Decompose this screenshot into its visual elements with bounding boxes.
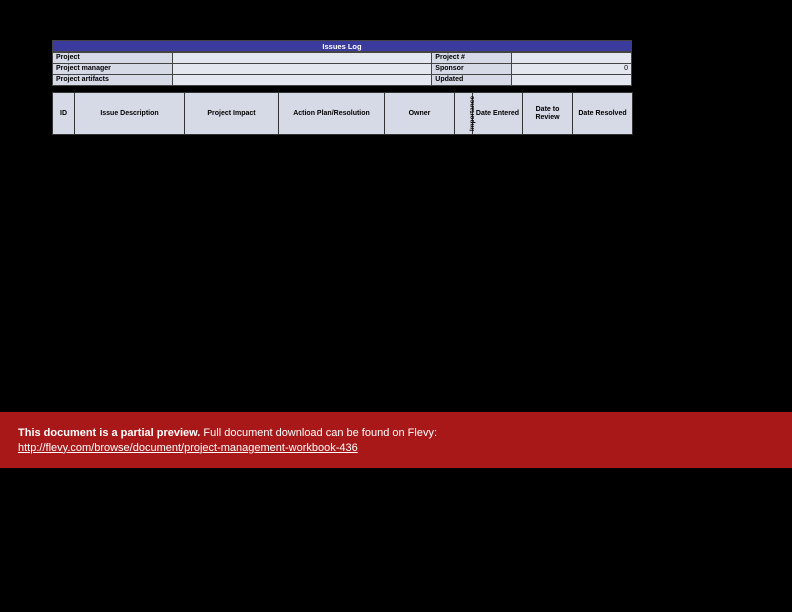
meta-row: Project Project #	[53, 53, 632, 64]
col-importance: Importance	[455, 93, 473, 135]
col-date-entered: Date Entered	[473, 93, 523, 135]
meta-value	[172, 53, 431, 64]
col-action: Action Plan/Resolution	[279, 93, 385, 135]
col-impact: Project Impact	[185, 93, 279, 135]
meta-row: Project manager Sponsor 0	[53, 64, 632, 75]
meta-label: Project manager	[53, 64, 173, 75]
meta-label: Project #	[432, 53, 512, 64]
meta-label: Sponsor	[432, 64, 512, 75]
meta-value	[172, 75, 431, 86]
col-date-review: Date to Review	[523, 93, 573, 135]
col-importance-text: Importance	[469, 96, 476, 131]
banner-link[interactable]: http://flevy.com/browse/document/project…	[18, 442, 358, 454]
meta-table: Project Project # Project manager Sponso…	[52, 52, 632, 86]
meta-value	[512, 53, 632, 64]
banner-line1: This document is a partial preview. Full…	[18, 426, 774, 441]
meta-value	[512, 75, 632, 86]
col-owner: Owner	[385, 93, 455, 135]
banner-bold-text: This document is a partial preview.	[18, 427, 200, 439]
issues-log-sheet: Issues Log Project Project # Project man…	[52, 40, 632, 135]
preview-banner: This document is a partial preview. Full…	[0, 412, 792, 468]
title-bar: Issues Log	[52, 40, 632, 52]
col-date-resolved: Date Resolved	[573, 93, 633, 135]
meta-label: Project artifacts	[53, 75, 173, 86]
col-desc: Issue Description	[75, 93, 185, 135]
meta-label: Project	[53, 53, 173, 64]
banner-rest-text: Full document download can be found on F…	[200, 427, 437, 439]
meta-value: 0	[512, 64, 632, 75]
header-row: ID Issue Description Project Impact Acti…	[53, 93, 633, 135]
meta-label: Updated	[432, 75, 512, 86]
issues-header-table: ID Issue Description Project Impact Acti…	[52, 92, 633, 135]
col-id: ID	[53, 93, 75, 135]
meta-row: Project artifacts Updated	[53, 75, 632, 86]
title-text: Issues Log	[322, 42, 361, 51]
meta-value	[172, 64, 431, 75]
